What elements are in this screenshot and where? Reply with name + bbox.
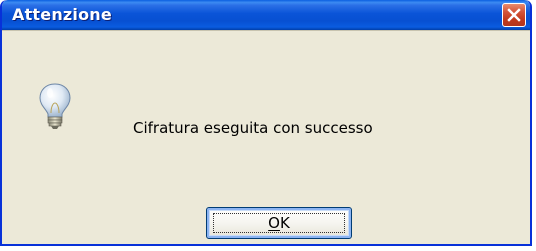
lightbulb-icon	[39, 83, 71, 129]
dialog-body: Cifratura eseguita con successo OK	[2, 30, 530, 244]
ok-button[interactable]: OK	[206, 207, 352, 239]
ok-label-rest: K	[279, 214, 290, 232]
close-button[interactable]	[502, 3, 526, 27]
close-icon	[507, 8, 521, 22]
dialog-window: Attenzione Cifratura eseguita con succes…	[0, 0, 532, 246]
title-bar[interactable]: Attenzione	[2, 0, 530, 30]
ok-mnemonic-letter: O	[268, 214, 280, 232]
dialog-title: Attenzione	[12, 5, 112, 24]
dialog-message: Cifratura eseguita con successo	[133, 119, 373, 137]
